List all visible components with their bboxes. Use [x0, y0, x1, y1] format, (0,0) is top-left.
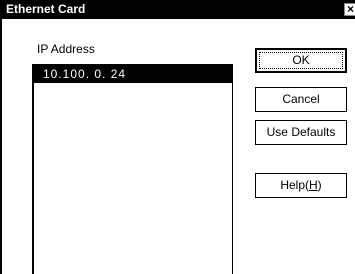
list-item[interactable]: 10.100. 0. 24	[34, 66, 232, 83]
help-button[interactable]: Help(H)	[255, 173, 347, 198]
window-title: Ethernet Card	[6, 2, 86, 16]
ethernet-card-dialog: Ethernet Card × IP Address 10.100. 0. 24…	[0, 0, 355, 274]
use-defaults-button[interactable]: Use Defaults	[255, 120, 347, 145]
ip-address-list[interactable]: 10.100. 0. 24	[32, 64, 233, 274]
help-button-prefix: Help(	[280, 178, 309, 192]
title-bar: Ethernet Card ×	[2, 0, 355, 19]
use-defaults-button-label: Use Defaults	[266, 125, 336, 139]
ip-address-label: IP Address	[37, 42, 95, 56]
ok-button[interactable]: OK	[255, 48, 347, 73]
cancel-button-label: Cancel	[282, 92, 320, 106]
help-button-suffix: )	[317, 178, 322, 192]
cancel-button[interactable]: Cancel	[255, 87, 347, 112]
help-mnemonic: H	[309, 178, 318, 192]
ok-button-label: OK	[292, 53, 310, 67]
close-icon[interactable]: ×	[344, 3, 355, 16]
